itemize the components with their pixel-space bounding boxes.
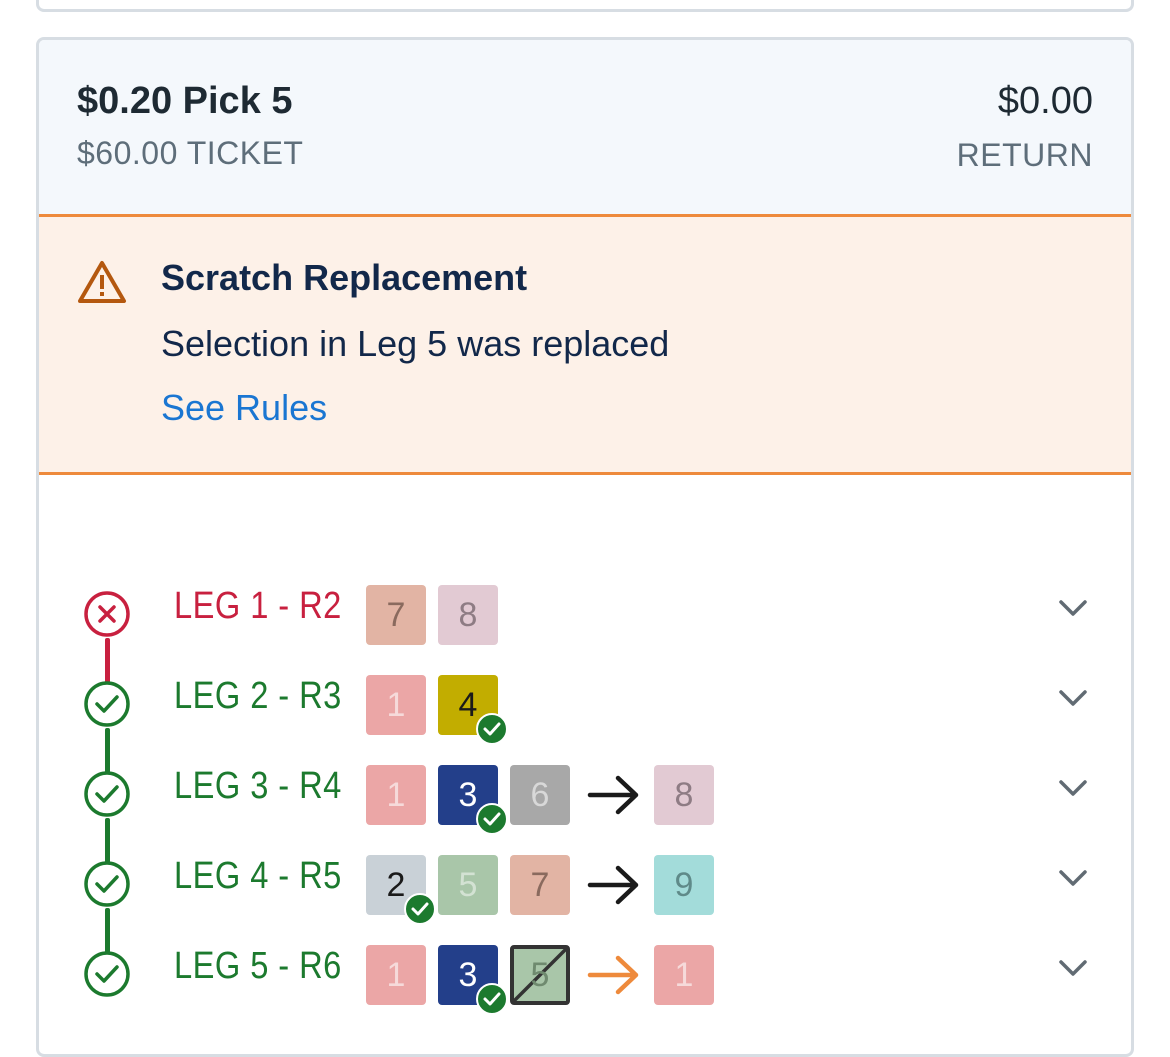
wager-header[interactable]: $0.20 Pick 5 $60.00 TICKET $0.00 RETURN	[39, 40, 1131, 217]
runner-selection: 1	[366, 945, 426, 1005]
replacement-runner: 9	[654, 855, 714, 915]
leg-row-2[interactable]: LEG 2 - R3 1 4	[39, 665, 1131, 755]
winner-check-icon	[476, 803, 508, 835]
leg-won-check-icon	[84, 681, 130, 727]
runner-number: 1	[386, 775, 406, 814]
replacement-runner: 8	[654, 765, 714, 825]
leg-row-3[interactable]: LEG 3 - R4 1 3 6 8	[39, 755, 1131, 845]
leg-label: LEG 2 - R3	[174, 675, 342, 717]
replacement-runner: 1	[654, 945, 714, 1005]
see-rules-link[interactable]: See Rules	[161, 387, 327, 429]
leg-label: LEG 3 - R4	[174, 765, 342, 807]
runner-number: 8	[458, 595, 478, 634]
leg-label: LEG 5 - R6	[174, 945, 342, 987]
winner-check-icon	[476, 713, 508, 745]
runner-number: 5	[458, 865, 478, 904]
return-label: RETURN	[956, 137, 1093, 173]
runner-selection: 1	[366, 765, 426, 825]
runner-number: 9	[674, 865, 694, 904]
scratch-alert: Scratch Replacement Selection in Leg 5 w…	[39, 217, 1131, 475]
runner-selection: 8	[438, 585, 498, 645]
warning-triangle-icon	[78, 261, 126, 303]
leg-won-check-icon	[84, 861, 130, 907]
chevron-down-icon[interactable]	[1057, 687, 1089, 709]
chevron-down-icon[interactable]	[1057, 957, 1089, 979]
runner-number: 3	[458, 955, 478, 994]
runner-number: 7	[386, 595, 406, 634]
ticket-cost: $60.00 TICKET	[77, 135, 304, 171]
leg-won-check-icon	[84, 951, 130, 997]
return-amount: $0.00	[997, 80, 1093, 122]
runner-selection: 1	[366, 675, 426, 735]
winner-check-icon	[404, 893, 436, 925]
runner-number: 6	[530, 775, 550, 814]
runner-selection: 5	[510, 945, 570, 1005]
chevron-down-icon[interactable]	[1057, 597, 1089, 619]
runner-selection: 2	[366, 855, 436, 925]
runner-selection: 7	[510, 855, 570, 915]
runner-number: 7	[530, 865, 550, 904]
chevron-down-icon[interactable]	[1057, 867, 1089, 889]
runner-selection: 5	[438, 855, 498, 915]
runner-number: 1	[386, 685, 406, 724]
leg-row-5[interactable]: LEG 5 - R6 1 3 5 1	[39, 935, 1131, 1025]
runner-number: 3	[458, 775, 478, 814]
runner-number: 4	[458, 685, 478, 724]
runner-selection: 3	[438, 765, 508, 835]
winner-check-icon	[476, 983, 508, 1015]
runner-number: 2	[386, 865, 406, 904]
runner-selection: 6	[510, 765, 570, 825]
leg-row-1[interactable]: LEG 1 - R2 7 8	[39, 575, 1131, 665]
runner-number: 1	[386, 955, 406, 994]
runner-selection: 7	[366, 585, 426, 645]
alert-message: Selection in Leg 5 was replaced	[161, 323, 670, 364]
runner-selection: 3	[438, 945, 508, 1015]
chevron-down-icon[interactable]	[1057, 777, 1089, 799]
bet-title: $0.20 Pick 5	[77, 80, 293, 122]
alert-title: Scratch Replacement	[161, 257, 528, 298]
runner-number: 8	[674, 775, 694, 814]
previous-card-edge	[36, 0, 1134, 12]
legs-list: LEG 1 - R2 7 8 LEG 2 - R3 1 4 LEG 3 - R4 1 3 6 8 LE…	[39, 475, 1131, 1035]
replacement-arrow-icon	[587, 775, 639, 815]
runner-selection: 4	[438, 675, 508, 745]
replacement-arrow-icon	[587, 955, 639, 995]
leg-label: LEG 1 - R2	[174, 585, 342, 627]
runner-number: 1	[674, 955, 694, 994]
runner-number: 5	[530, 955, 550, 994]
replacement-arrow-icon	[587, 865, 639, 905]
leg-won-check-icon	[84, 771, 130, 817]
wager-card: $0.20 Pick 5 $60.00 TICKET $0.00 RETURN …	[36, 37, 1134, 1057]
leg-label: LEG 4 - R5	[174, 855, 342, 897]
leg-lost-x-icon	[84, 591, 130, 637]
leg-row-4[interactable]: LEG 4 - R5 2 5 7 9	[39, 845, 1131, 935]
